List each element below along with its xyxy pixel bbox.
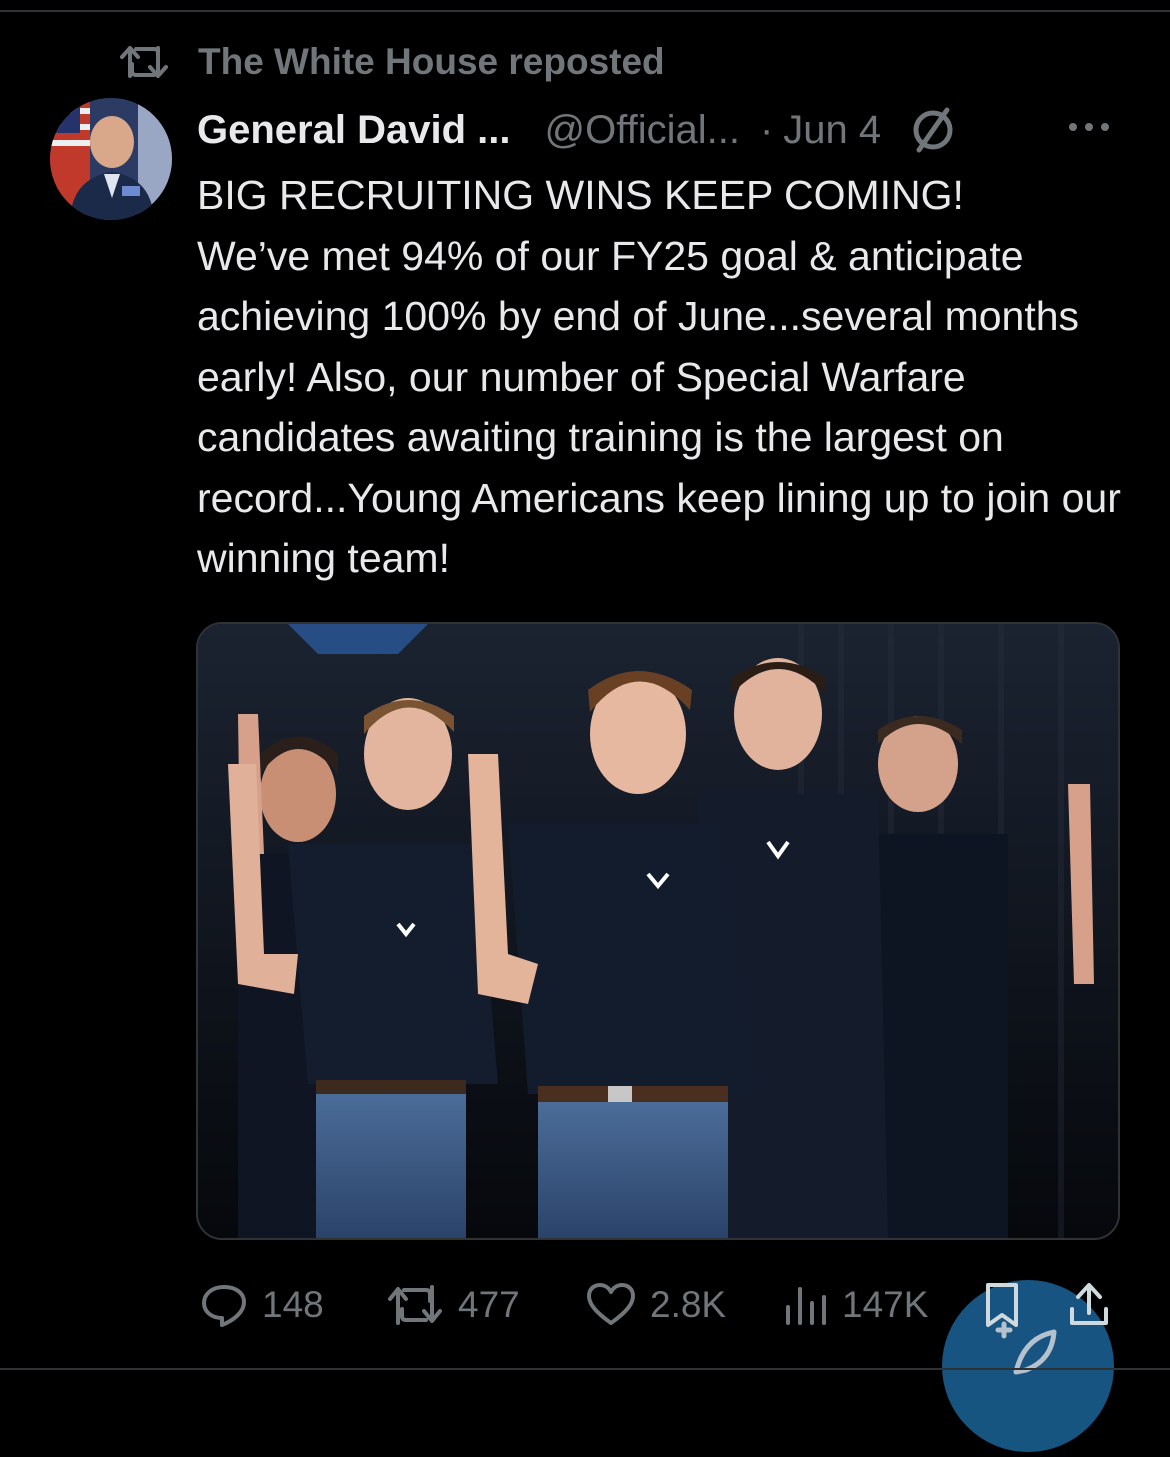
bottom-divider	[0, 1368, 1170, 1370]
author-handle[interactable]: @Official...	[544, 108, 739, 153]
views-button[interactable]: 147K	[782, 1270, 928, 1340]
author-name[interactable]: General David ...	[197, 108, 510, 153]
avatar-image	[50, 98, 172, 220]
reply-button[interactable]: 148	[198, 1270, 324, 1340]
repost-button[interactable]: 477	[386, 1270, 520, 1340]
post-text: BIG RECRUITING WINS KEEP COMING! We’ve m…	[197, 172, 1121, 581]
like-button[interactable]: 2.8K	[584, 1270, 726, 1340]
recruits-oath-photo	[198, 624, 1118, 1238]
bookmark-icon	[986, 1283, 1018, 1327]
reply-count: 148	[262, 1284, 324, 1325]
repost-count: 477	[458, 1284, 520, 1325]
share-button[interactable]	[1066, 1270, 1124, 1340]
avatar[interactable]	[50, 98, 172, 220]
views-count: 147K	[842, 1284, 929, 1325]
reply-icon	[202, 1285, 246, 1327]
post-date[interactable]: Jun 4	[783, 108, 881, 153]
analytics-icon	[786, 1287, 826, 1325]
repost-context[interactable]: The White House reposted	[120, 40, 665, 84]
repost-icon	[120, 46, 168, 78]
top-divider	[0, 10, 1170, 12]
repost-label: The White House reposted	[198, 41, 665, 82]
post-image[interactable]	[196, 622, 1120, 1240]
post-header: General David ... @Official... · Jun 4	[197, 102, 959, 158]
affiliation-badge-icon	[913, 107, 953, 153]
heart-icon	[587, 1283, 635, 1325]
share-icon	[1070, 1283, 1108, 1325]
more-options-icon[interactable]	[1066, 112, 1112, 142]
separator-dot: ·	[759, 107, 774, 152]
bookmark-button[interactable]	[980, 1270, 1036, 1340]
like-count: 2.8K	[650, 1284, 727, 1325]
repost-icon	[388, 1285, 442, 1325]
